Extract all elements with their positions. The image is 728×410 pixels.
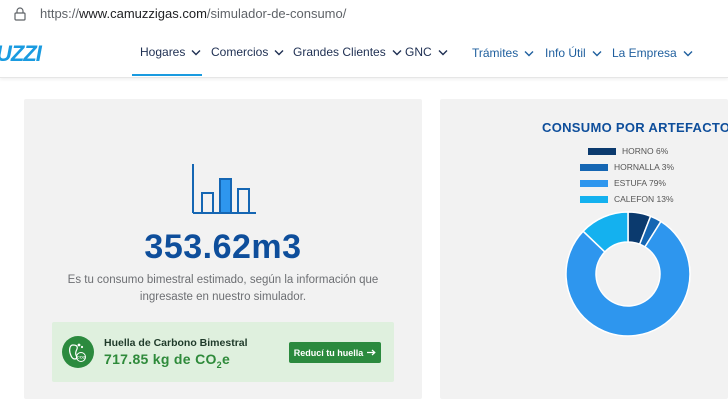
chevron-down-icon [191, 49, 201, 55]
url-host: www.camuzzigas.com [79, 6, 207, 21]
reduce-footprint-button[interactable]: Reducí tu huella [289, 342, 381, 363]
nav-item-la-empresa[interactable]: La Empresa [612, 46, 693, 60]
legend-item-estufa: ESTUFA 79% [580, 178, 666, 188]
carbon-value-tail: e [221, 351, 231, 367]
nav-label: Info Útil [545, 46, 586, 60]
chevron-down-icon [524, 50, 534, 56]
estimated-consumption-value: 353.62m3 [144, 228, 302, 266]
site-logo[interactable]: UZZI [0, 41, 42, 67]
chart-title: CONSUMO POR ARTEFACTO [542, 120, 728, 135]
arrow-right-icon [367, 349, 376, 356]
nav-item-grandes-clientes[interactable]: Grandes Clientes [293, 45, 402, 59]
nav-item-comercios[interactable]: Comercios [211, 45, 284, 59]
legend-item-horno: HORNO 6% [588, 146, 668, 156]
carbon-footprint-box: CO2 Huella de Carbono Bimestral 717.85 k… [52, 322, 394, 382]
carbon-value-main: 717.85 kg de CO [104, 351, 217, 367]
nav-label: La Empresa [612, 46, 677, 60]
bar-chart-icon [192, 164, 256, 214]
active-nav-indicator [132, 74, 202, 76]
carbon-footprint-value: 717.85 kg de CO2e [104, 351, 230, 370]
url-path: /simulador-de-consumo/ [206, 6, 347, 21]
legend-swatch [580, 195, 608, 203]
legend-label: HORNALLA 3% [614, 162, 674, 172]
reduce-footprint-label: Reducí tu huella [293, 347, 364, 358]
nav-item-gnc[interactable]: GNC [405, 45, 448, 59]
legend-item-hornalla: HORNALLA 3% [580, 162, 674, 172]
browser-url-bar[interactable]: https://www.camuzzigas.com/simulador-de-… [0, 0, 728, 28]
legend-label: CALEFON 13% [614, 194, 674, 204]
nav-label: GNC [405, 45, 432, 59]
nav-item-tramites[interactable]: Trámites [472, 46, 534, 60]
donut-chart [565, 211, 691, 337]
legend-label: HORNO 6% [622, 146, 669, 156]
legend-swatch [580, 163, 608, 171]
chevron-down-icon [438, 49, 448, 55]
legend-swatch [588, 147, 616, 155]
co2-footprint-icon: CO2 [62, 336, 94, 368]
carbon-footprint-title: Huella de Carbono Bimestral [104, 337, 248, 349]
nav-item-hogares[interactable]: Hogares [140, 45, 201, 59]
lock-icon [14, 7, 26, 21]
legend-swatch [580, 179, 608, 187]
url-text[interactable]: https://www.camuzzigas.com/simulador-de-… [40, 6, 346, 21]
nav-label: Hogares [140, 45, 186, 59]
chevron-down-icon [274, 49, 284, 55]
legend-item-calefon: CALEFON 13% [580, 194, 674, 204]
url-scheme: https:// [40, 6, 80, 21]
chevron-down-icon [592, 50, 602, 56]
nav-item-info-util[interactable]: Info Útil [545, 46, 602, 60]
chevron-down-icon [683, 50, 693, 56]
consumption-description: Es tu consumo bimestral estimado, según … [67, 274, 379, 303]
chevron-down-icon [392, 49, 402, 55]
legend-label: ESTUFA 79% [614, 178, 666, 188]
nav-label: Comercios [211, 45, 269, 59]
nav-label: Grandes Clientes [293, 45, 386, 59]
svg-text:CO2: CO2 [77, 355, 86, 360]
nav-label: Trámites [472, 46, 519, 60]
